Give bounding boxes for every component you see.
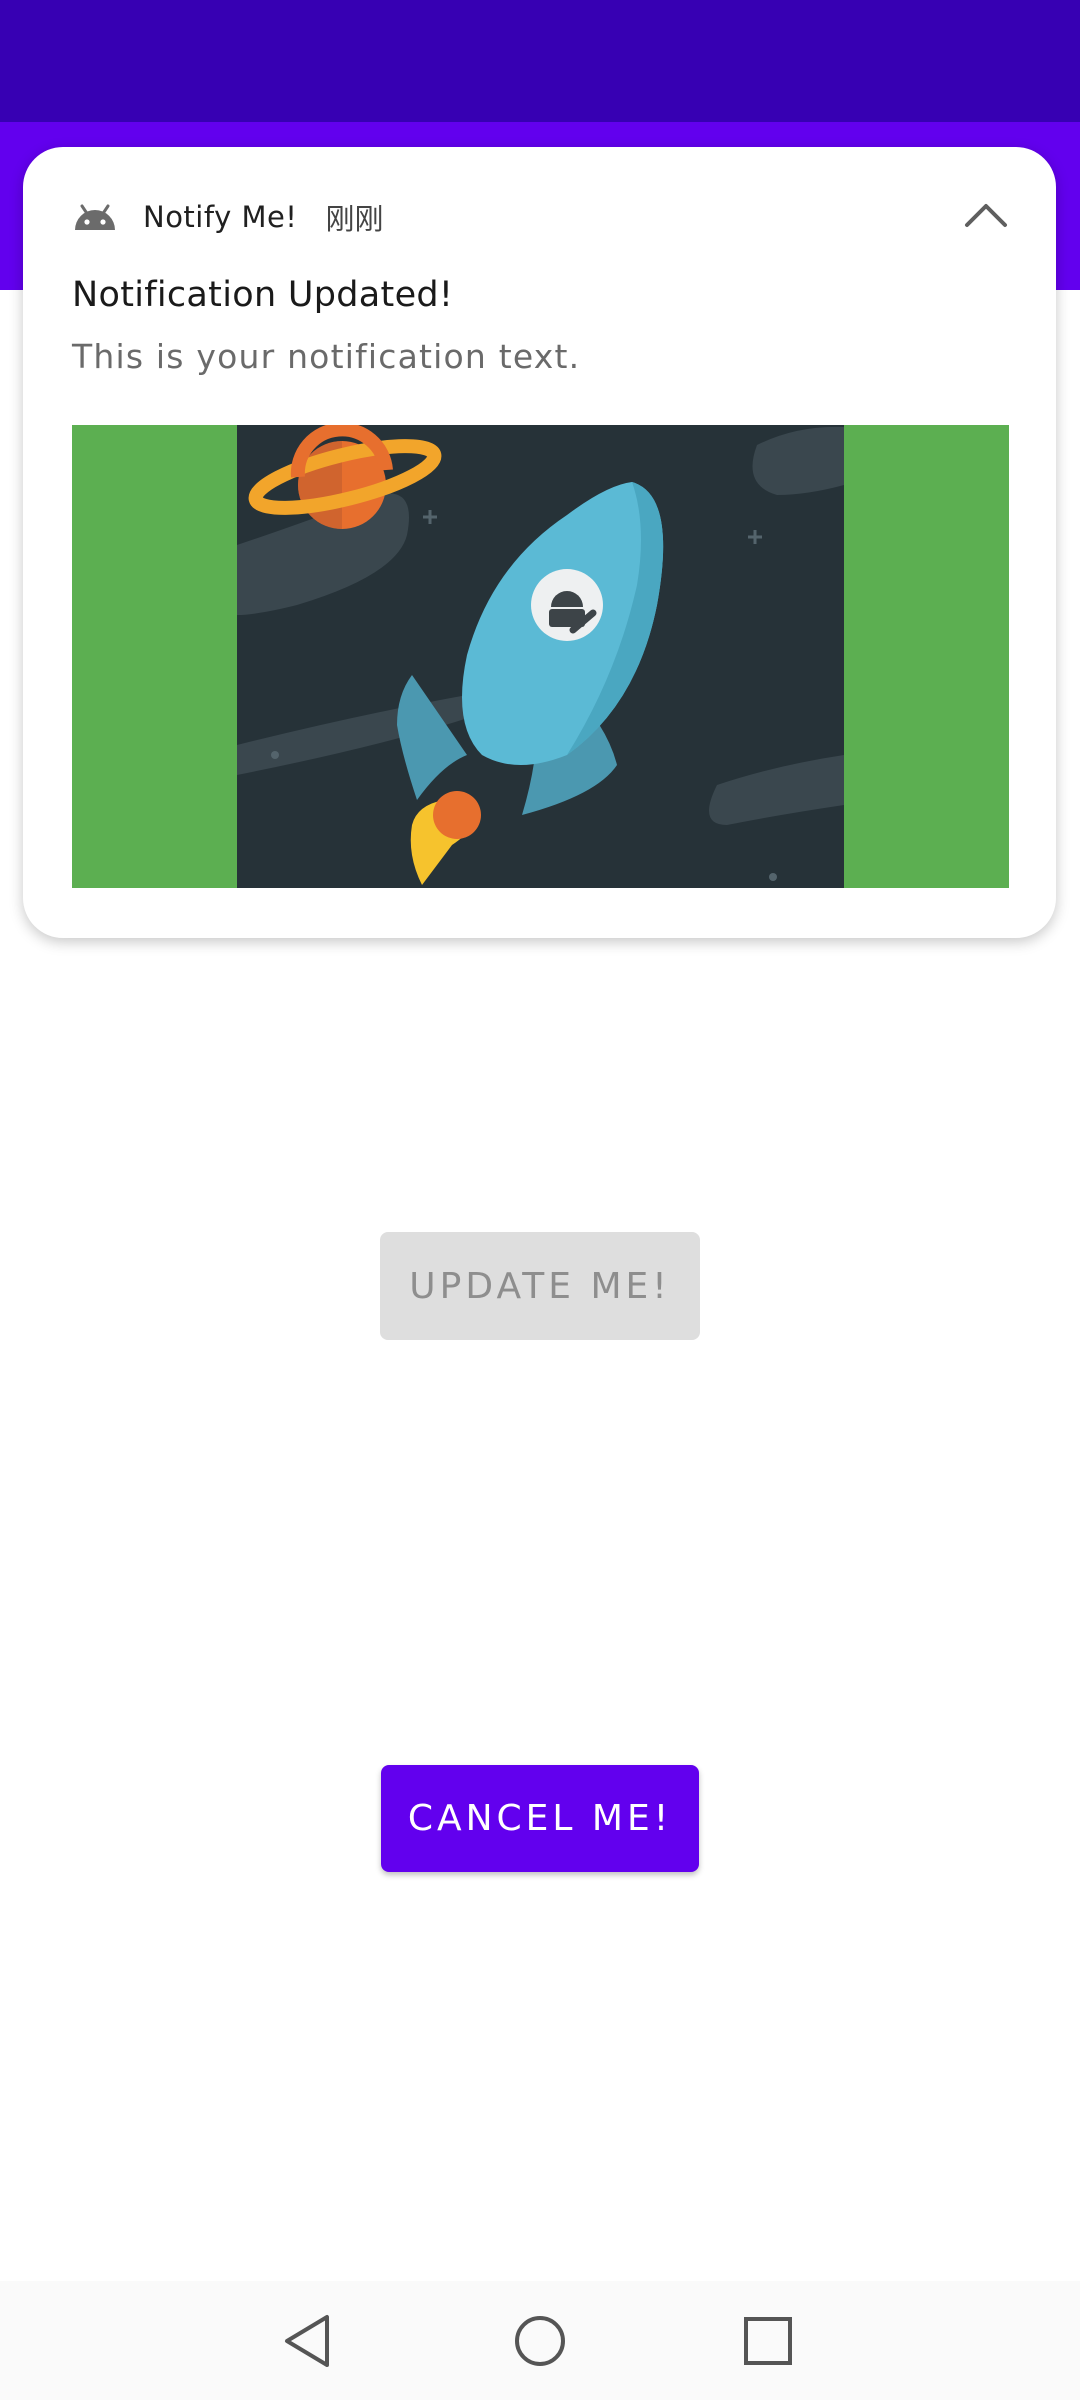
notification-title: Notification Updated!	[72, 275, 454, 315]
navigation-bar	[0, 2281, 1080, 2400]
recents-button[interactable]	[730, 2303, 806, 2379]
screen: Notify Me! 刚刚 Notification Updated! This…	[0, 0, 1080, 2400]
chevron-up-icon	[965, 204, 1007, 227]
back-button[interactable]	[271, 2303, 347, 2379]
notification-card[interactable]: Notify Me! 刚刚 Notification Updated! This…	[23, 147, 1056, 938]
cancel-button[interactable]: CANCEL ME!	[381, 1765, 699, 1872]
notification-image	[72, 425, 1009, 888]
recents-square-icon	[744, 2317, 792, 2365]
back-triangle-icon	[285, 2315, 329, 2367]
home-circle-icon	[515, 2316, 565, 2366]
rocket-illustration	[237, 425, 844, 888]
notification-app-name: Notify Me!	[143, 200, 298, 234]
status-bar	[0, 0, 1080, 122]
android-icon	[75, 204, 115, 230]
update-button[interactable]: UPDATE ME!	[380, 1232, 700, 1340]
notification-text: This is your notification text.	[72, 337, 581, 376]
home-button[interactable]	[502, 2303, 578, 2379]
notification-header: Notify Me! 刚刚	[73, 187, 383, 247]
notification-time: 刚刚	[325, 202, 384, 236]
collapse-button[interactable]	[956, 185, 1016, 245]
